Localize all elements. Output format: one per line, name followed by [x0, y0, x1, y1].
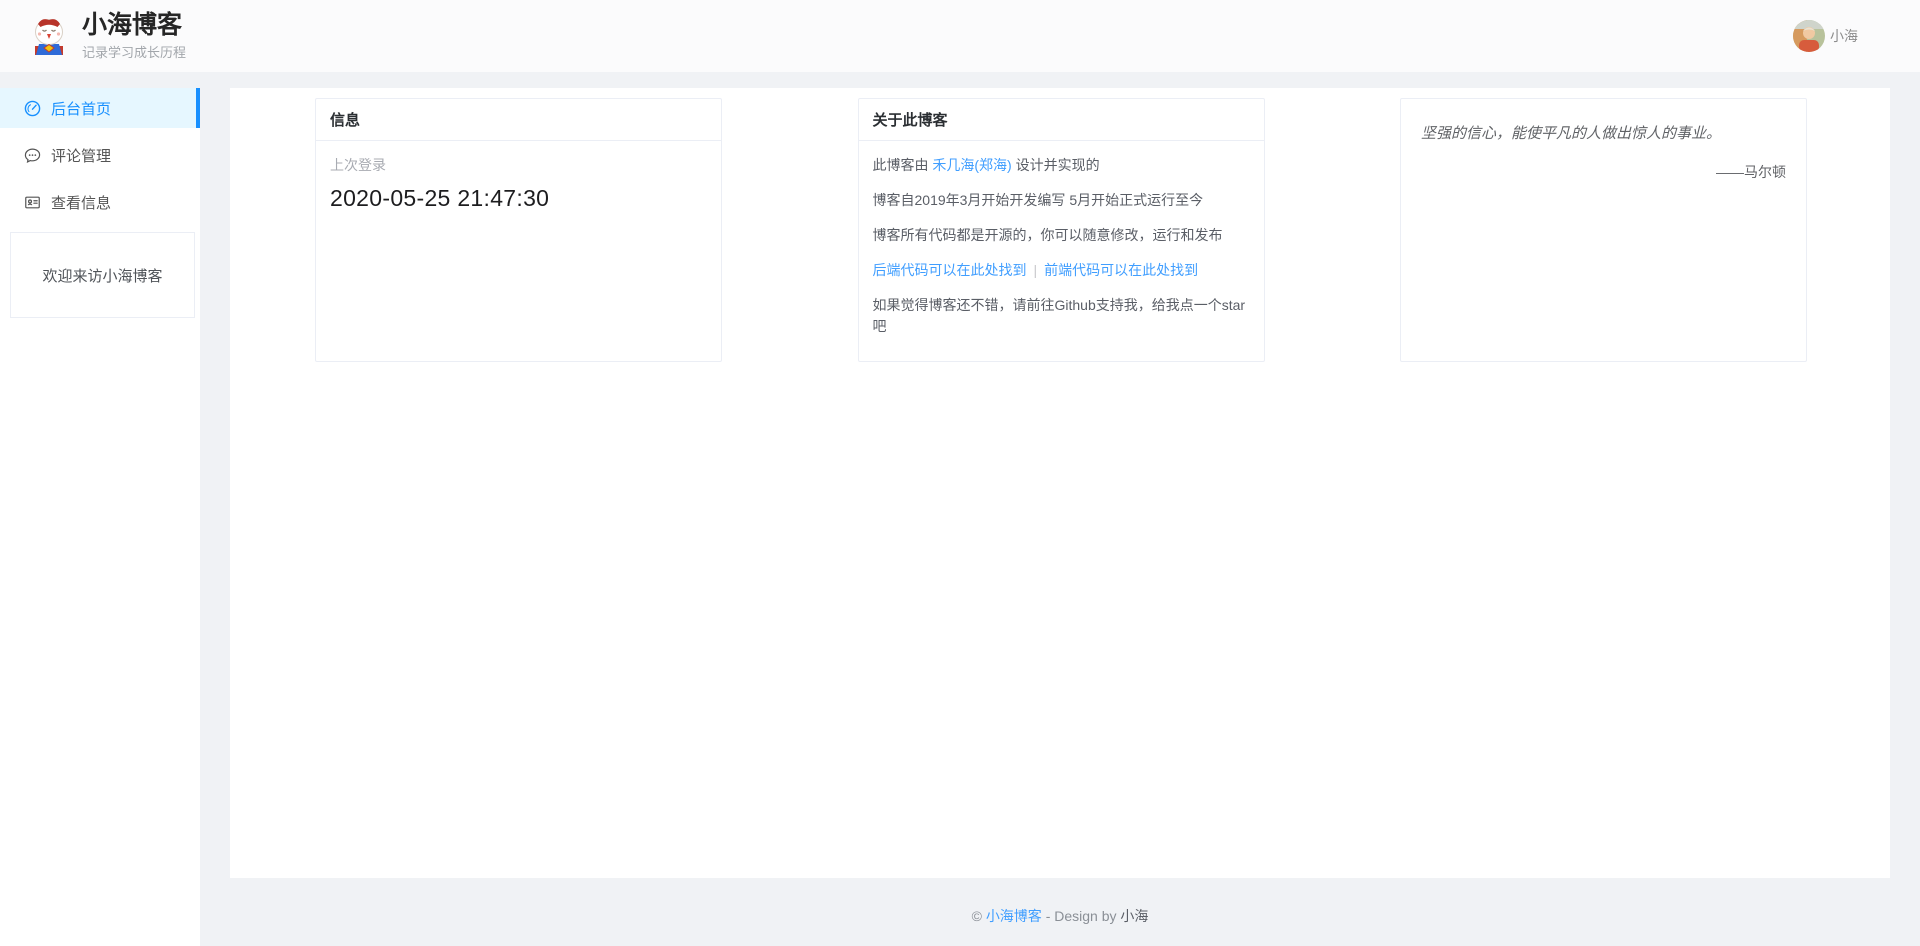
user-menu[interactable]: 小海	[1793, 20, 1858, 52]
user-name[interactable]: 小海	[1830, 26, 1858, 46]
welcome-card: 欢迎来访小海博客	[10, 232, 195, 318]
site-title: 小海博客	[82, 11, 186, 40]
frontend-code-link[interactable]: 前端代码可以在此处找到	[1044, 262, 1198, 278]
info-card: 信息 上次登录 2020-05-25 21:47:30	[315, 98, 722, 362]
top-header: 小海博客 记录学习成长历程 小海	[0, 0, 1920, 72]
info-card-body: 上次登录 2020-05-25 21:47:30	[316, 141, 721, 226]
copyright-symbol: ©	[972, 908, 986, 924]
main-content: 信息 上次登录 2020-05-25 21:47:30 关于此博客 此博客由 禾…	[230, 88, 1890, 878]
site-subtitle: 记录学习成长历程	[82, 42, 186, 61]
last-login-label: 上次登录	[330, 155, 707, 175]
page-footer: © 小海博客 - Design by 小海	[230, 878, 1890, 926]
backend-code-link[interactable]: 后端代码可以在此处找到	[873, 262, 1027, 278]
dashboard-icon	[24, 100, 41, 117]
about-line-code-links: 后端代码可以在此处找到 | 前端代码可以在此处找到	[873, 260, 1250, 281]
about-card-body: 此博客由 禾几海(郑海) 设计并实现的 博客自2019年3月开始开发编写 5月开…	[859, 141, 1264, 351]
cards-row: 信息 上次登录 2020-05-25 21:47:30 关于此博客 此博客由 禾…	[315, 98, 1807, 362]
sidebar: 后台首页 评论管理	[0, 88, 200, 946]
about-card: 关于此博客 此博客由 禾几海(郑海) 设计并实现的 博客自2019年3月开始开发…	[858, 98, 1265, 362]
footer-site-link[interactable]: 小海博客	[986, 908, 1042, 924]
sidebar-item-dashboard[interactable]: 后台首页	[0, 88, 200, 128]
message-icon	[24, 147, 41, 164]
sidebar-item-label: 查看信息	[51, 192, 111, 213]
quote-text: 坚强的信心，能使平凡的人做出惊人的事业。	[1421, 123, 1786, 146]
quote-author: ——马尔顿	[1421, 162, 1786, 182]
blog-mascot-logo-icon	[26, 13, 72, 59]
sidebar-item-comments[interactable]: 评论管理	[0, 135, 200, 175]
about-line-author: 此博客由 禾几海(郑海) 设计并实现的	[873, 155, 1250, 176]
sidebar-item-view-info[interactable]: 查看信息	[0, 182, 200, 222]
user-avatar-icon[interactable]	[1793, 20, 1825, 52]
about-line1-prefix: 此博客由	[873, 157, 933, 173]
sidebar-item-label: 后台首页	[51, 98, 111, 119]
sidebar-menu: 后台首页 评论管理	[0, 88, 200, 222]
last-login-value: 2020-05-25 21:47:30	[330, 185, 707, 212]
content-column: 信息 上次登录 2020-05-25 21:47:30 关于此博客 此博客由 禾…	[230, 88, 1890, 946]
about-line1-suffix: 设计并实现的	[1012, 157, 1100, 173]
admin-page: 小海博客 记录学习成长历程 小海	[0, 0, 1920, 946]
info-card-title: 信息	[316, 99, 721, 141]
quote-card: 坚强的信心，能使平凡的人做出惊人的事业。 ——马尔顿	[1400, 98, 1807, 362]
footer-designer-name: 小海	[1120, 908, 1148, 924]
about-line-opensource: 博客所有代码都是开源的，你可以随意修改，运行和发布	[873, 225, 1250, 246]
about-line-github: 如果觉得博客还不错，请前往Github支持我，给我点一个star吧	[873, 295, 1250, 337]
footer-middle-text: - Design by	[1042, 908, 1121, 924]
author-link[interactable]: 禾几海(郑海)	[932, 157, 1011, 173]
layout: 后台首页 评论管理	[0, 88, 1920, 946]
quote-card-body: 坚强的信心，能使平凡的人做出惊人的事业。 ——马尔顿	[1401, 99, 1806, 206]
about-line-history: 博客自2019年3月开始开发编写 5月开始正式运行至今	[873, 190, 1250, 211]
welcome-text: 欢迎来访小海博客	[42, 265, 162, 286]
idcard-icon	[24, 194, 41, 211]
about-card-title: 关于此博客	[859, 99, 1264, 141]
brand-block: 小海博客 记录学习成长历程	[82, 11, 186, 61]
sidebar-item-label: 评论管理	[51, 145, 111, 166]
link-separator: |	[1034, 262, 1038, 278]
